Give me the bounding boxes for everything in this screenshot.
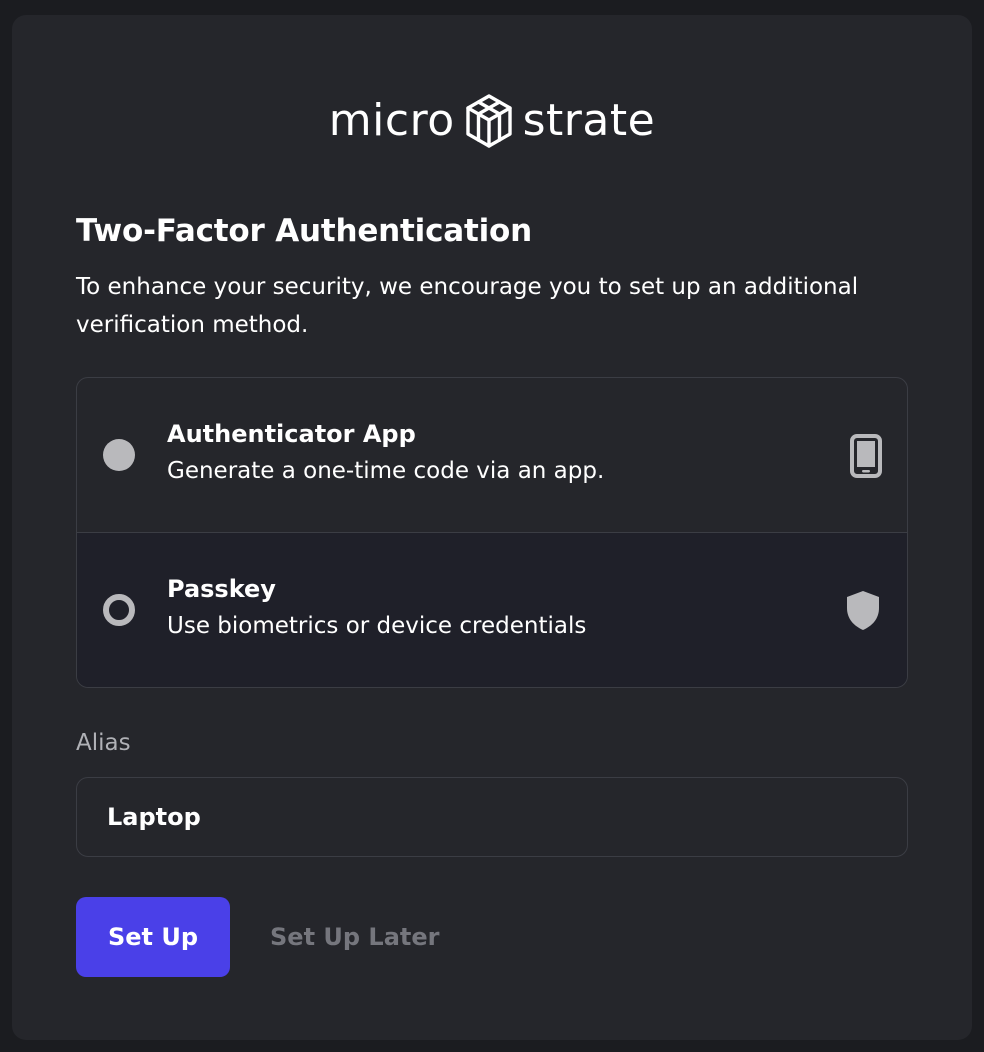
alias-label: Alias [76,730,131,756]
brand-logo: micro strate [12,93,972,149]
page-title: Two-Factor Authentication [76,213,532,249]
cube-logo-icon [465,94,512,148]
option-description: Use biometrics or device credentials [167,613,587,639]
brand-word-left: micro [328,95,455,146]
page-subtitle: To enhance your security, we encourage y… [76,274,859,338]
alias-input[interactable] [76,777,908,857]
option-title: Authenticator App [167,420,416,448]
option-description: Generate a one-time code via an app. [167,458,605,484]
set-up-later-button[interactable]: Set Up Later [252,897,458,977]
radio-passkey[interactable] [103,594,135,626]
verification-method-group: Authenticator App Generate a one-time co… [76,377,908,688]
radio-authenticator-app[interactable] [103,439,135,471]
option-authenticator-app[interactable]: Authenticator App Generate a one-time co… [77,378,907,532]
smartphone-icon [850,434,882,478]
setup-card: micro strate Two-Factor Authentication T… [12,15,972,1040]
option-title: Passkey [167,575,276,603]
brand-word-right: strate [522,95,656,146]
set-up-button[interactable]: Set Up [76,897,230,977]
option-passkey[interactable]: Passkey Use biometrics or device credent… [77,532,907,687]
shield-icon [847,591,879,630]
